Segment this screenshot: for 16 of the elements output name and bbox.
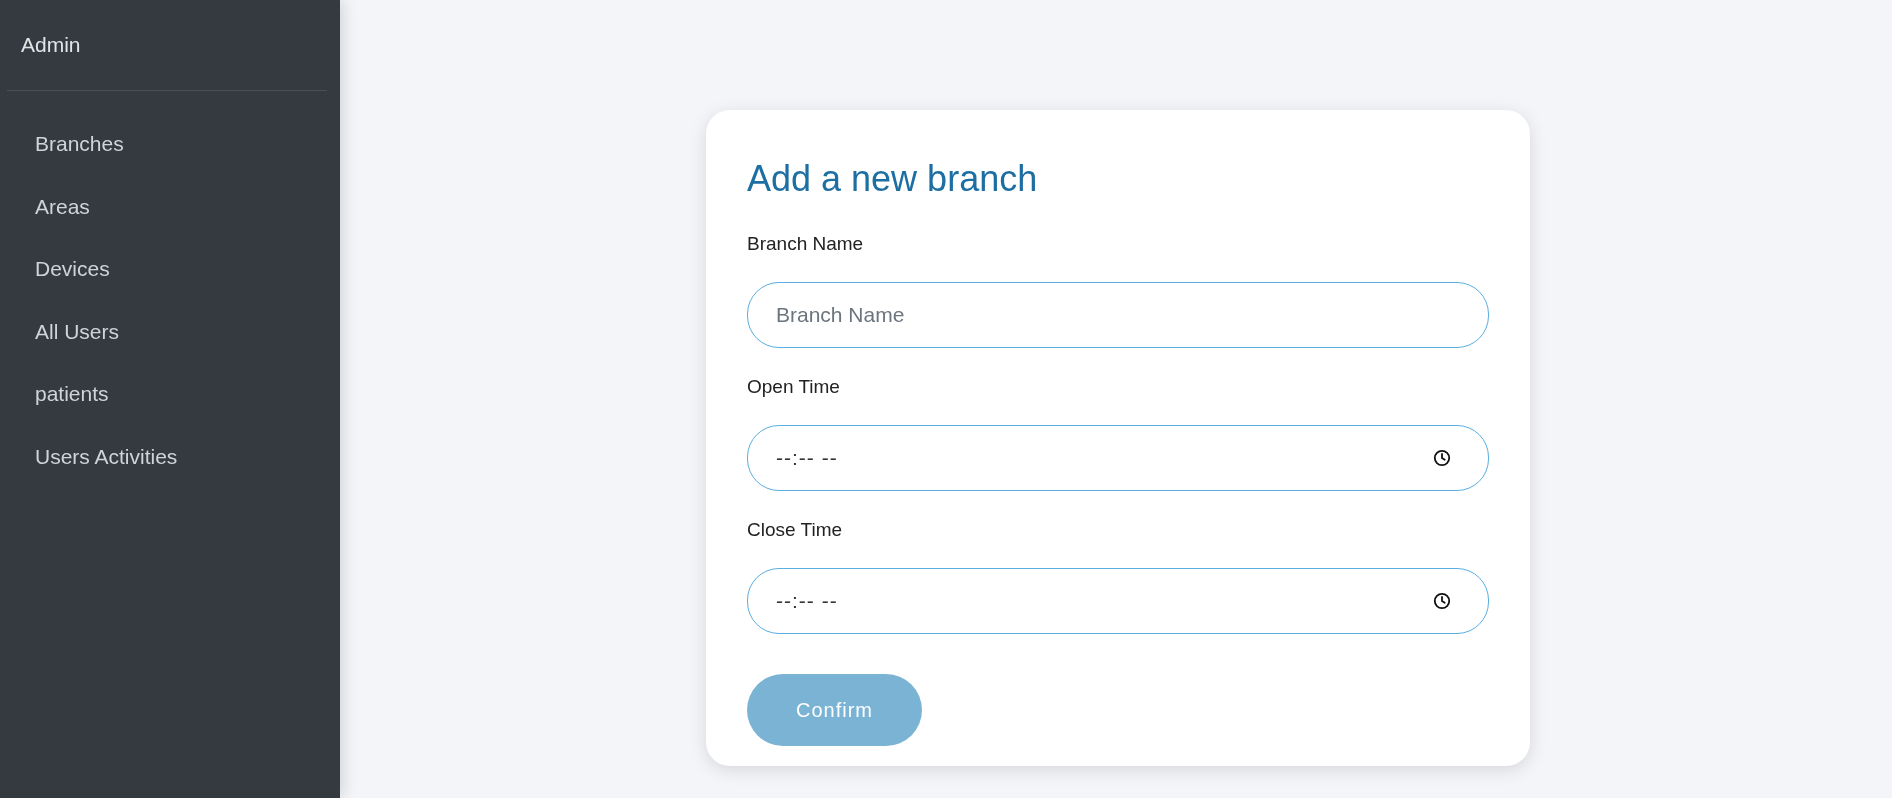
sidebar-item[interactable]: Branches: [0, 113, 340, 176]
field-label: Branch Name: [747, 233, 865, 255]
sidebar-title: Admin: [20, 32, 82, 58]
sidebar-item[interactable]: Users Activities: [0, 425, 340, 488]
time-field[interactable]: --:-- --: [747, 425, 1489, 491]
input-field[interactable]: Branch Name: [747, 282, 1489, 348]
clock-icon[interactable]: [1433, 449, 1451, 467]
form-title: Add a new branch: [747, 158, 1039, 200]
field-label: Open Time: [747, 376, 841, 398]
sidebar-item[interactable]: patients: [0, 363, 340, 426]
sidebar-item[interactable]: Areas: [0, 175, 340, 238]
sidebar-item[interactable]: Devices: [0, 238, 340, 301]
clock-icon[interactable]: [1433, 592, 1451, 610]
field-label: Close Time: [747, 519, 844, 541]
sidebar-item[interactable]: All Users: [0, 300, 340, 363]
time-field[interactable]: --:-- --: [747, 568, 1489, 634]
